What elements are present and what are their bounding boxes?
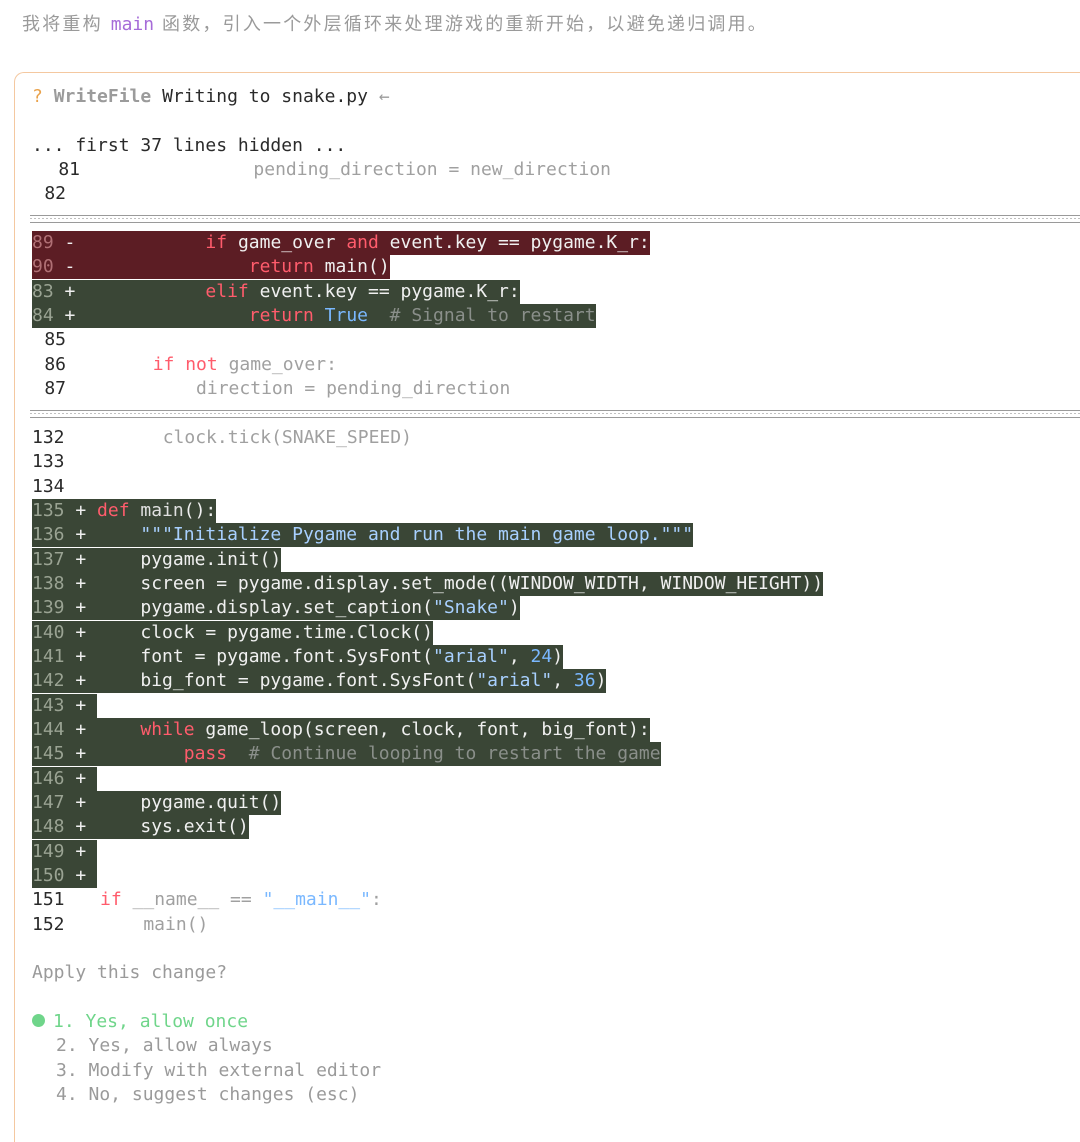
option-allow-always[interactable]: 2. Yes, allow always: [56, 1035, 273, 1056]
pending-status-icon: ?: [32, 86, 43, 107]
option-external-editor[interactable]: 3. Modify with external editor: [56, 1060, 381, 1081]
selected-indicator-icon: [32, 1013, 45, 1027]
added-line: 148 + sys.exit(): [32, 815, 249, 840]
inline-code: main: [110, 14, 155, 35]
tool-name: WriteFile: [53, 86, 152, 107]
added-line: 141 + font = pygame.font.SysFont("arial"…: [32, 645, 564, 670]
added-line: 84 + return True # Signal to restart: [32, 304, 596, 329]
added-line: 138 + screen = pygame.display.set_mode((…: [32, 572, 824, 597]
added-line: 142 + big_font = pygame.font.SysFont("ar…: [32, 669, 607, 694]
added-line: 144 + while game_loop(screen, clock, fon…: [32, 718, 650, 743]
diff-line: 152 main(): [32, 914, 209, 935]
diff-line: 81 pending_direction = new_direction: [58, 159, 612, 180]
deleted-line: 89 - if game_over and event.key == pygam…: [32, 231, 650, 256]
confirmation-question: Apply this change?: [32, 962, 228, 983]
added-line: 83 + elif event.key == pygame.K_r:: [32, 280, 520, 305]
added-line: 143 +: [32, 694, 98, 719]
added-line: 145 + pass # Continue looping to restart…: [32, 742, 661, 767]
added-line: 147 + pygame.quit(): [32, 791, 282, 816]
option-suggest-changes[interactable]: 4. No, suggest changes (esc): [56, 1084, 359, 1105]
diff-line: 82: [44, 183, 66, 204]
diff-line: 86 if not game_over:: [44, 354, 337, 375]
diff-line: 132 clock.tick(SNAKE_SPEED): [32, 427, 412, 448]
tool-description: Writing to snake.py: [162, 86, 368, 107]
diff-line: 85: [44, 329, 66, 350]
option-allow-once[interactable]: 1. Yes, allow once: [32, 1011, 248, 1032]
added-line: 150 +: [32, 864, 98, 889]
diff-line: 87 direction = pending_direction: [44, 378, 511, 399]
message-text-after: 函数，引入一个外层循环来处理游戏的重新开始，以避免递归调用。: [154, 14, 769, 35]
diff-line: 151 if __name__ == "__main__":: [32, 889, 382, 910]
hunk-separator: [30, 410, 1080, 418]
added-line: 146 +: [32, 767, 98, 792]
arrow-left-icon: ←: [378, 86, 390, 107]
added-line: 140 + clock = pygame.time.Clock(): [32, 621, 433, 646]
hunk-separator: [30, 215, 1080, 223]
diff-line: 134: [32, 476, 65, 497]
assistant-message: 我将重构 main 函数，引入一个外层循环来处理游戏的重新开始，以避免递归调用。: [22, 10, 768, 36]
added-line: 135 + def main():: [32, 499, 217, 524]
diff-line: 133: [32, 451, 65, 472]
added-line: 149 +: [32, 840, 98, 865]
added-line: 139 + pygame.display.set_caption("Snake"…: [32, 596, 520, 621]
deleted-line: 90 - return main(): [32, 255, 390, 280]
added-line: 137 + pygame.init(): [32, 548, 282, 573]
hidden-lines-note: ... first 37 lines hidden ...: [32, 135, 347, 156]
added-line: 136 + """Initialize Pygame and run the m…: [32, 523, 694, 548]
message-text-before: 我将重构: [22, 14, 111, 35]
tool-call-header: ? WriteFile Writing to snake.py ←: [32, 86, 390, 107]
